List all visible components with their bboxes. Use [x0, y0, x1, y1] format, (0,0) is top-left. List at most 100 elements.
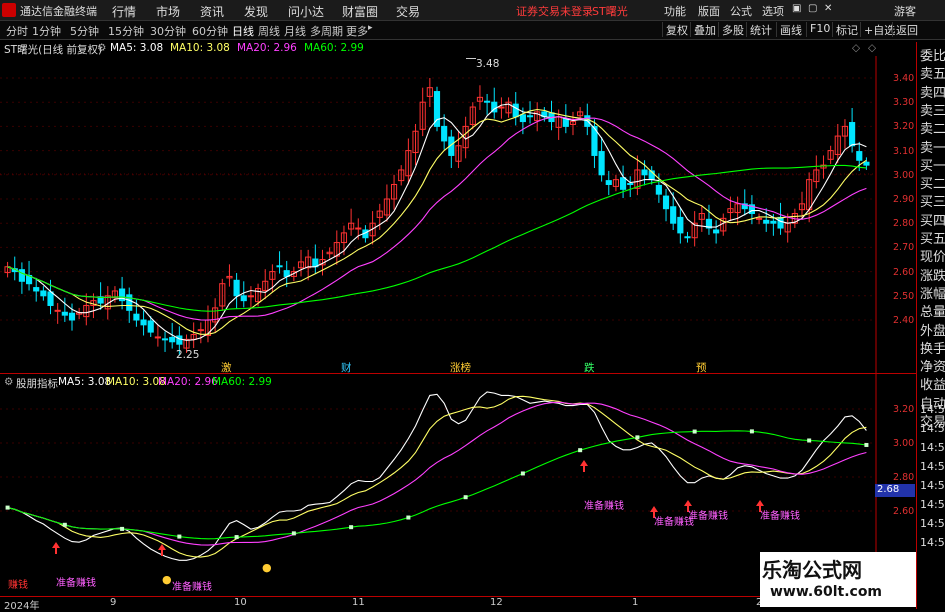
more-chevron-icon[interactable]: ▸: [368, 23, 373, 33]
side-panel-label: 卖一: [920, 140, 945, 156]
toolbar-draw-button[interactable]: 画线: [776, 22, 802, 37]
main-ma20-value: MA20: 2.96: [237, 42, 297, 54]
candle-body: [755, 217, 763, 220]
period-weekly[interactable]: 周线: [258, 23, 280, 39]
x-axis-label: 2024年: [4, 601, 40, 612]
menu-discover[interactable]: 发现: [244, 3, 268, 20]
side-panel-label: 卖五: [920, 67, 945, 83]
toolbar-add-watchlist-button[interactable]: +自选: [860, 22, 895, 37]
period-15min[interactable]: 15分钟: [108, 23, 144, 39]
toolbar-overlay-button[interactable]: 叠加: [690, 22, 716, 37]
expand-icon[interactable]: ◇: [868, 42, 876, 54]
candle-body: [441, 125, 448, 142]
indicator-lines: [5, 391, 869, 561]
period-monthly[interactable]: 月线: [284, 23, 306, 39]
window-icon[interactable]: ▣: [792, 3, 801, 14]
side-panel-label: 卖二: [920, 122, 945, 138]
period-multi[interactable]: 多周期: [310, 23, 343, 39]
menu-wealth[interactable]: 财富圈: [342, 3, 378, 20]
toolbar-f10-button[interactable]: F10: [806, 22, 830, 37]
candle-body: [677, 216, 684, 234]
close-window-icon[interactable]: ✕: [824, 3, 832, 14]
candle-body: [598, 151, 605, 176]
toolbar-mark-button[interactable]: 标记: [832, 22, 858, 37]
collapse-icon[interactable]: ◇: [852, 42, 860, 54]
price-tick: 3.40: [893, 73, 915, 84]
money-bag-icon: ●: [262, 561, 272, 574]
menu-ask[interactable]: 问小达: [288, 3, 324, 20]
indicator-tick: 2.80: [893, 472, 915, 483]
ind-fast-line: [7, 391, 867, 561]
candle-body: [247, 295, 254, 298]
candle-body: [849, 122, 856, 147]
candle-body: [176, 335, 183, 345]
candlestick-chart[interactable]: [0, 56, 916, 374]
trade-time: 14:56: [920, 517, 945, 530]
trend-dot: [807, 438, 812, 443]
candle-body: [68, 312, 76, 321]
trend-dot: [291, 531, 296, 536]
side-panel-label: 净资: [920, 360, 945, 376]
login-warning: 证券交易未登录: [516, 5, 593, 18]
period-1min[interactable]: 1分钟: [32, 23, 61, 39]
side-panel-label: 涨跌: [920, 268, 945, 284]
toolbar-stats-button[interactable]: 统计: [746, 22, 772, 37]
trade-time: 14:56: [920, 498, 945, 511]
candle-body: [777, 216, 784, 229]
candle-body: [233, 279, 240, 297]
period-daily[interactable]: 日线: [232, 23, 254, 39]
period-30min[interactable]: 30分钟: [150, 23, 186, 39]
candle-body: [763, 219, 770, 224]
indicator-tick: 3.00: [893, 438, 915, 449]
trend-dot: [635, 435, 640, 440]
period-60min[interactable]: 60分钟: [192, 23, 228, 39]
menu-function[interactable]: 功能: [664, 3, 686, 19]
menu-news[interactable]: 资讯: [200, 3, 224, 20]
trade-time: 14:56: [920, 536, 945, 549]
menu-formula[interactable]: 公式: [730, 3, 752, 19]
period-bar: 分时 1分钟 5分钟 15分钟 30分钟 60分钟 日线 周线 月线 多周期 更…: [0, 21, 945, 40]
toolbar-back-button[interactable]: 返回: [892, 22, 918, 37]
candle-body: [154, 336, 161, 339]
period-intraday[interactable]: 分时: [6, 23, 28, 39]
menu-market[interactable]: 市场: [156, 3, 180, 20]
candle-body: [197, 329, 204, 332]
signal-label: 准备赚钱: [172, 582, 212, 593]
x-axis-label: 9: [110, 597, 117, 608]
candle-body: [526, 115, 534, 118]
x-axis-label: 10: [234, 597, 247, 608]
price-tick: 3.20: [893, 121, 915, 133]
signal-label: 赚钱: [8, 580, 28, 591]
candle-body: [484, 100, 491, 103]
candle-body: [662, 195, 670, 210]
trend-dot: [692, 429, 697, 434]
candle-body: [627, 183, 634, 186]
minimize-icon[interactable]: ▢: [808, 3, 817, 14]
candle-body: [133, 313, 140, 321]
menu-options[interactable]: 选项: [762, 3, 784, 19]
candle-body: [770, 220, 777, 224]
candle-body: [47, 291, 54, 306]
candle-body: [140, 319, 147, 326]
money-bag-icon: ●: [162, 573, 172, 586]
period-5min[interactable]: 5分钟: [70, 23, 99, 39]
cursor-value-label: 2.68: [875, 484, 915, 497]
toolbar-multi-stock-button[interactable]: 多股: [718, 22, 744, 37]
menu-layout[interactable]: 版面: [698, 3, 720, 19]
settings-gear-icon[interactable]: ⚙: [97, 42, 106, 54]
candle-body: [240, 295, 247, 302]
candle-body: [670, 206, 677, 224]
side-panel-label: 卖三: [920, 103, 945, 119]
price-tick: 2.50: [893, 290, 915, 302]
watermark-title: 乐淘公式网: [762, 558, 862, 582]
menu-market-quotes[interactable]: 行情: [112, 3, 136, 20]
side-panel-label: 买四: [920, 213, 945, 229]
candle-body: [512, 103, 519, 118]
buy-arrow-icon: [580, 460, 588, 472]
period-more[interactable]: 更多: [346, 23, 368, 39]
signal-label: 准备赚钱: [688, 511, 728, 522]
menu-trade[interactable]: 交易: [396, 3, 420, 20]
x-axis-label: 11: [352, 597, 365, 608]
guest-user[interactable]: 游客: [894, 3, 916, 19]
toolbar-adjust-button[interactable]: 复权: [662, 22, 688, 37]
